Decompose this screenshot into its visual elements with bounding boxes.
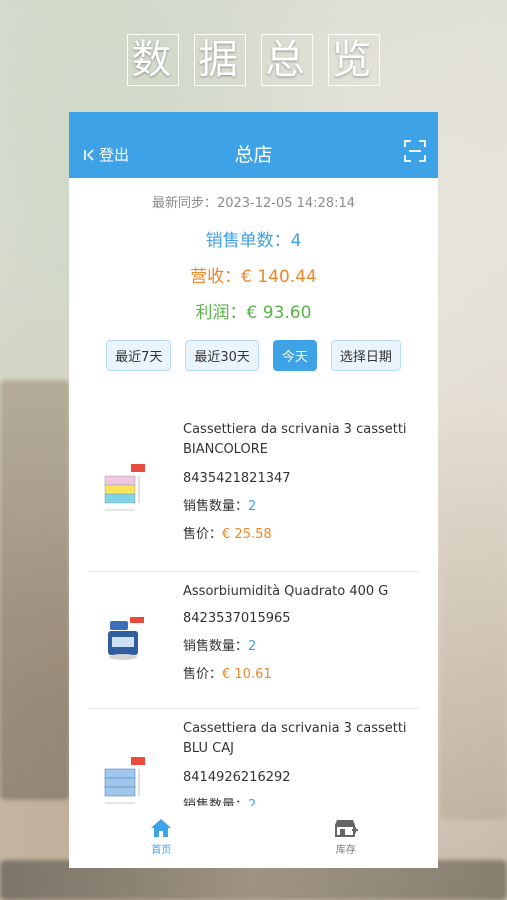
list-item[interactable]: Assorbiumidità Quadrato 400 G 8423537015… — [89, 572, 420, 709]
revenue: 营收：€ 140.44 — [190, 267, 317, 287]
date-filter-bar: 最近7天 最近30天 今天 选择日期 — [69, 340, 438, 371]
quantity-label: 销售数量： — [183, 639, 249, 654]
product-thumbnail — [89, 420, 163, 559]
quantity-value: 2 — [248, 639, 257, 654]
navbar: 登出 总店 — [69, 112, 438, 178]
bottom-tab-bar: 首页 库存 — [69, 806, 438, 868]
sales-summary: 最新同步：2023-12-05 14:28:14 销售单数：4 营收：€ 140… — [69, 178, 438, 323]
product-list[interactable]: Cassettiera da scrivania 3 cassetti BIAN… — [69, 410, 438, 806]
product-name: Assorbiumidità Quadrato 400 G — [183, 584, 389, 599]
dehumidifier-product-icon — [108, 617, 144, 660]
promo-title-char: 览 — [327, 34, 380, 86]
last-sync-text: 最新同步：2023-12-05 14:28:14 — [151, 196, 356, 211]
promo-title-char: 据 — [194, 34, 247, 86]
filter-last-7-days[interactable]: 最近7天 — [106, 340, 172, 371]
quantity-label: 销售数量： — [183, 499, 249, 514]
price-label: 售价： — [183, 527, 223, 542]
price-label: 售价： — [183, 667, 223, 682]
scan-icon[interactable] — [404, 140, 426, 162]
quantity-value: 2 — [248, 798, 257, 806]
promo-title: 数 据 总 览 — [0, 34, 507, 86]
app-screen: 登出 总店 最新同步：2023-12-05 14:28:14 销售单数：4 营收… — [69, 112, 438, 868]
profit: 利润：€ 93.60 — [195, 303, 312, 323]
product-barcode: 8423537015965 — [183, 611, 291, 626]
tab-home[interactable]: 首页 — [69, 806, 254, 868]
product-thumbnail — [89, 719, 163, 806]
filter-last-30-days[interactable]: 最近30天 — [185, 340, 259, 371]
filter-select-date[interactable]: 选择日期 — [330, 340, 401, 371]
drawer-product-icon — [104, 757, 145, 804]
order-count: 销售单数：4 — [205, 231, 302, 251]
background-blur-right — [440, 400, 507, 820]
promo-title-char: 总 — [260, 34, 313, 86]
product-name: Cassettiera da scrivania 3 cassetti BIAN… — [183, 422, 407, 457]
price-value: € 10.61 — [222, 667, 272, 682]
product-name: Cassettiera da scrivania 3 cassetti BLU … — [183, 721, 407, 756]
product-thumbnail — [89, 582, 163, 696]
product-barcode: 8435421821347 — [183, 471, 291, 486]
product-barcode: 8414926216292 — [183, 770, 291, 785]
list-item[interactable]: Cassettiera da scrivania 3 cassetti BLU … — [89, 709, 420, 806]
filter-today[interactable]: 今天 — [272, 340, 317, 371]
list-item[interactable]: Cassettiera da scrivania 3 cassetti BIAN… — [89, 410, 420, 572]
tab-inventory[interactable]: 库存 — [254, 806, 439, 868]
tab-home-label: 首页 — [151, 845, 172, 856]
promo-title-char: 数 — [127, 34, 180, 86]
background-blur-left — [0, 380, 70, 800]
quantity-label: 销售数量： — [183, 798, 249, 806]
page-title: 总店 — [234, 144, 273, 166]
store-icon — [334, 820, 358, 837]
quantity-value: 2 — [248, 499, 257, 514]
tab-inventory-label: 库存 — [335, 845, 356, 856]
drawer-product-icon — [104, 463, 145, 510]
price-value: € 25.58 — [222, 527, 272, 542]
home-icon — [151, 819, 172, 837]
